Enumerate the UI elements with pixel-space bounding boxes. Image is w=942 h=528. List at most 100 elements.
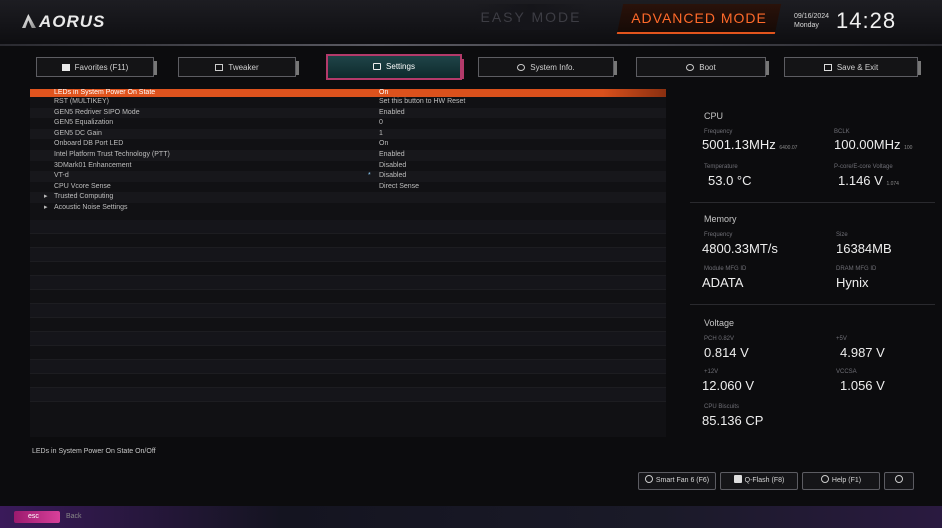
- search-icon: [895, 475, 903, 483]
- setting-name: RST (MULTIKEY): [54, 98, 109, 105]
- smart-fan-button[interactable]: Smart Fan 6 (F6): [638, 472, 716, 490]
- q-flash-label: Q-Flash (F8): [744, 477, 785, 484]
- tab-tweaker[interactable]: Tweaker: [178, 57, 299, 77]
- aorus-eagle-icon: [22, 14, 36, 28]
- esc-key[interactable]: esc: [14, 511, 60, 523]
- setting-row-rst-multikey[interactable]: RST (MULTIKEY) Set this button to HW Res…: [30, 97, 666, 108]
- tab-save-exit[interactable]: Save & Exit: [784, 57, 921, 77]
- tab-boot[interactable]: Boot: [636, 57, 769, 77]
- system-info-panel: CPU Frequency 5001.13MHz 6400.07 BCLK 10…: [690, 96, 935, 438]
- memory-size-value: 16384MB: [836, 241, 892, 256]
- bottom-bar: [0, 506, 942, 528]
- help-button[interactable]: Help (F1): [802, 472, 880, 490]
- memory-frequency-label: Frequency: [704, 232, 733, 238]
- submenu-arrow-icon: ▸: [44, 203, 48, 211]
- submenu-acoustic-noise[interactable]: ▸ Acoustic Noise Settings: [30, 203, 666, 214]
- date-display: 09/16/2024 Monday: [794, 12, 834, 30]
- 12v-label: +12V: [704, 369, 719, 375]
- tab-favorites-label: Favorites (F11): [74, 63, 129, 72]
- setting-row-gen5-dc-gain[interactable]: GEN5 DC Gain 1: [30, 128, 666, 140]
- pch-voltage-label: PCH 0.82V: [704, 336, 735, 342]
- setting-row-gen5-equalization[interactable]: GEN5 Equalization 0: [30, 118, 666, 129]
- tab-save-exit-label: Save & Exit: [836, 63, 879, 72]
- setting-row-vt-d[interactable]: VT-d * Disabled: [30, 171, 666, 182]
- memory-section-title: Memory: [704, 214, 737, 224]
- pch-voltage-value: 0.814 V: [704, 345, 749, 360]
- cpu-frequency-suffix: 6400.07: [779, 145, 798, 151]
- setting-value[interactable]: On: [379, 139, 388, 150]
- advanced-mode-button[interactable]: ADVANCED MODE: [616, 4, 782, 34]
- setting-value[interactable]: Disabled: [379, 161, 406, 172]
- 5v-label: +5V: [836, 336, 847, 342]
- star-icon: [61, 64, 70, 71]
- setting-value[interactable]: Enabled: [379, 150, 405, 161]
- flash-icon: [733, 475, 742, 483]
- help-description: LEDs in System Power On State On/Off: [32, 448, 156, 455]
- setting-row-intel-ptt[interactable]: Intel Platform Trust Technology (PTT) En…: [30, 149, 666, 161]
- vccsa-value: 1.056 V: [840, 378, 885, 393]
- setting-name: GEN5 DC Gain: [54, 129, 102, 137]
- tab-tweaker-label: Tweaker: [228, 63, 259, 72]
- modified-marker: *: [368, 172, 371, 180]
- bclk: 100.00MHz 100: [834, 137, 912, 152]
- setting-value[interactable]: Direct Sense: [379, 182, 419, 193]
- info-icon: [517, 64, 526, 71]
- empty-row: [30, 290, 666, 304]
- setting-name: CPU Vcore Sense: [54, 182, 111, 190]
- setting-name: GEN5 Redriver SIPO Mode: [54, 108, 140, 116]
- cpu-temperature-value: 53.0 °C: [708, 173, 752, 188]
- date-text: 09/16/2024: [794, 13, 830, 20]
- voltage-section-title: Voltage: [704, 318, 735, 328]
- back-label[interactable]: Back: [66, 511, 82, 523]
- cpu-temperature-label: Temperature: [704, 164, 738, 170]
- empty-row: [30, 275, 666, 290]
- cpu-section-title: CPU: [704, 111, 724, 121]
- submenu-arrow-icon: ▸: [44, 193, 48, 201]
- search-button[interactable]: [884, 472, 914, 490]
- setting-row-3dmark01[interactable]: 3DMark01 Enhancement Disabled: [30, 161, 666, 172]
- cpu-voltage-value: 1.146 V: [838, 173, 883, 188]
- empty-row: [30, 359, 666, 374]
- empty-row: [30, 262, 666, 276]
- tab-settings[interactable]: Settings: [326, 54, 464, 80]
- empty-row: [30, 346, 666, 360]
- tweaker-icon: [215, 64, 224, 71]
- setting-value[interactable]: Set this button to HW Reset: [379, 97, 465, 108]
- setting-name: GEN5 Equalization: [54, 119, 114, 127]
- empty-row: [30, 374, 666, 388]
- setting-value[interactable]: Enabled: [379, 108, 405, 119]
- 12v-value: 12.060 V: [702, 378, 755, 393]
- setting-value[interactable]: On: [379, 89, 388, 97]
- setting-value[interactable]: 1: [379, 129, 383, 140]
- cpu-voltage-label: P-core/E-core Voltage: [834, 164, 893, 170]
- empty-row: [30, 234, 666, 248]
- bclk-value: 100.00MHz: [834, 137, 901, 152]
- help-icon: [820, 475, 829, 483]
- top-divider: [0, 44, 942, 46]
- fan-icon: [644, 475, 653, 483]
- submenu-label: Acoustic Noise Settings: [54, 203, 128, 211]
- q-flash-button[interactable]: Q-Flash (F8): [720, 472, 798, 490]
- cpu-frequency-value: 5001.13MHz: [702, 137, 776, 152]
- time-display: 14:28: [836, 8, 897, 33]
- empty-row: [30, 331, 666, 346]
- setting-name: LEDs in System Power On State: [54, 89, 156, 96]
- submenu-trusted-computing[interactable]: ▸ Trusted Computing: [30, 192, 666, 203]
- tab-system-info-label: System Info.: [530, 63, 575, 72]
- setting-row-onboard-db-led[interactable]: Onboard DB Port LED On: [30, 139, 666, 150]
- tab-favorites[interactable]: Favorites (F11): [36, 57, 157, 77]
- setting-value[interactable]: 0: [379, 118, 383, 129]
- setting-name: 3DMark01 Enhancement: [54, 161, 132, 169]
- logo-text: AORUS: [39, 12, 106, 31]
- empty-row: [30, 318, 666, 332]
- setting-row-cpu-vcore-sense[interactable]: CPU Vcore Sense Direct Sense: [30, 182, 666, 193]
- cpu-biscuits-label: CPU Biscuits: [704, 404, 740, 410]
- top-bar: AORUS EASY MODE ADVANCED MODE 09/16/2024…: [0, 0, 942, 46]
- setting-row-leds-power-on[interactable]: LEDs in System Power On State On: [30, 89, 666, 97]
- easy-mode-button[interactable]: EASY MODE: [472, 4, 590, 30]
- setting-name: VT-d: [54, 172, 69, 180]
- tab-system-info[interactable]: System Info.: [478, 57, 617, 77]
- setting-row-gen5-redriver[interactable]: GEN5 Redriver SIPO Mode Enabled: [30, 107, 666, 119]
- setting-value[interactable]: Disabled: [379, 171, 406, 182]
- empty-row: [30, 387, 666, 402]
